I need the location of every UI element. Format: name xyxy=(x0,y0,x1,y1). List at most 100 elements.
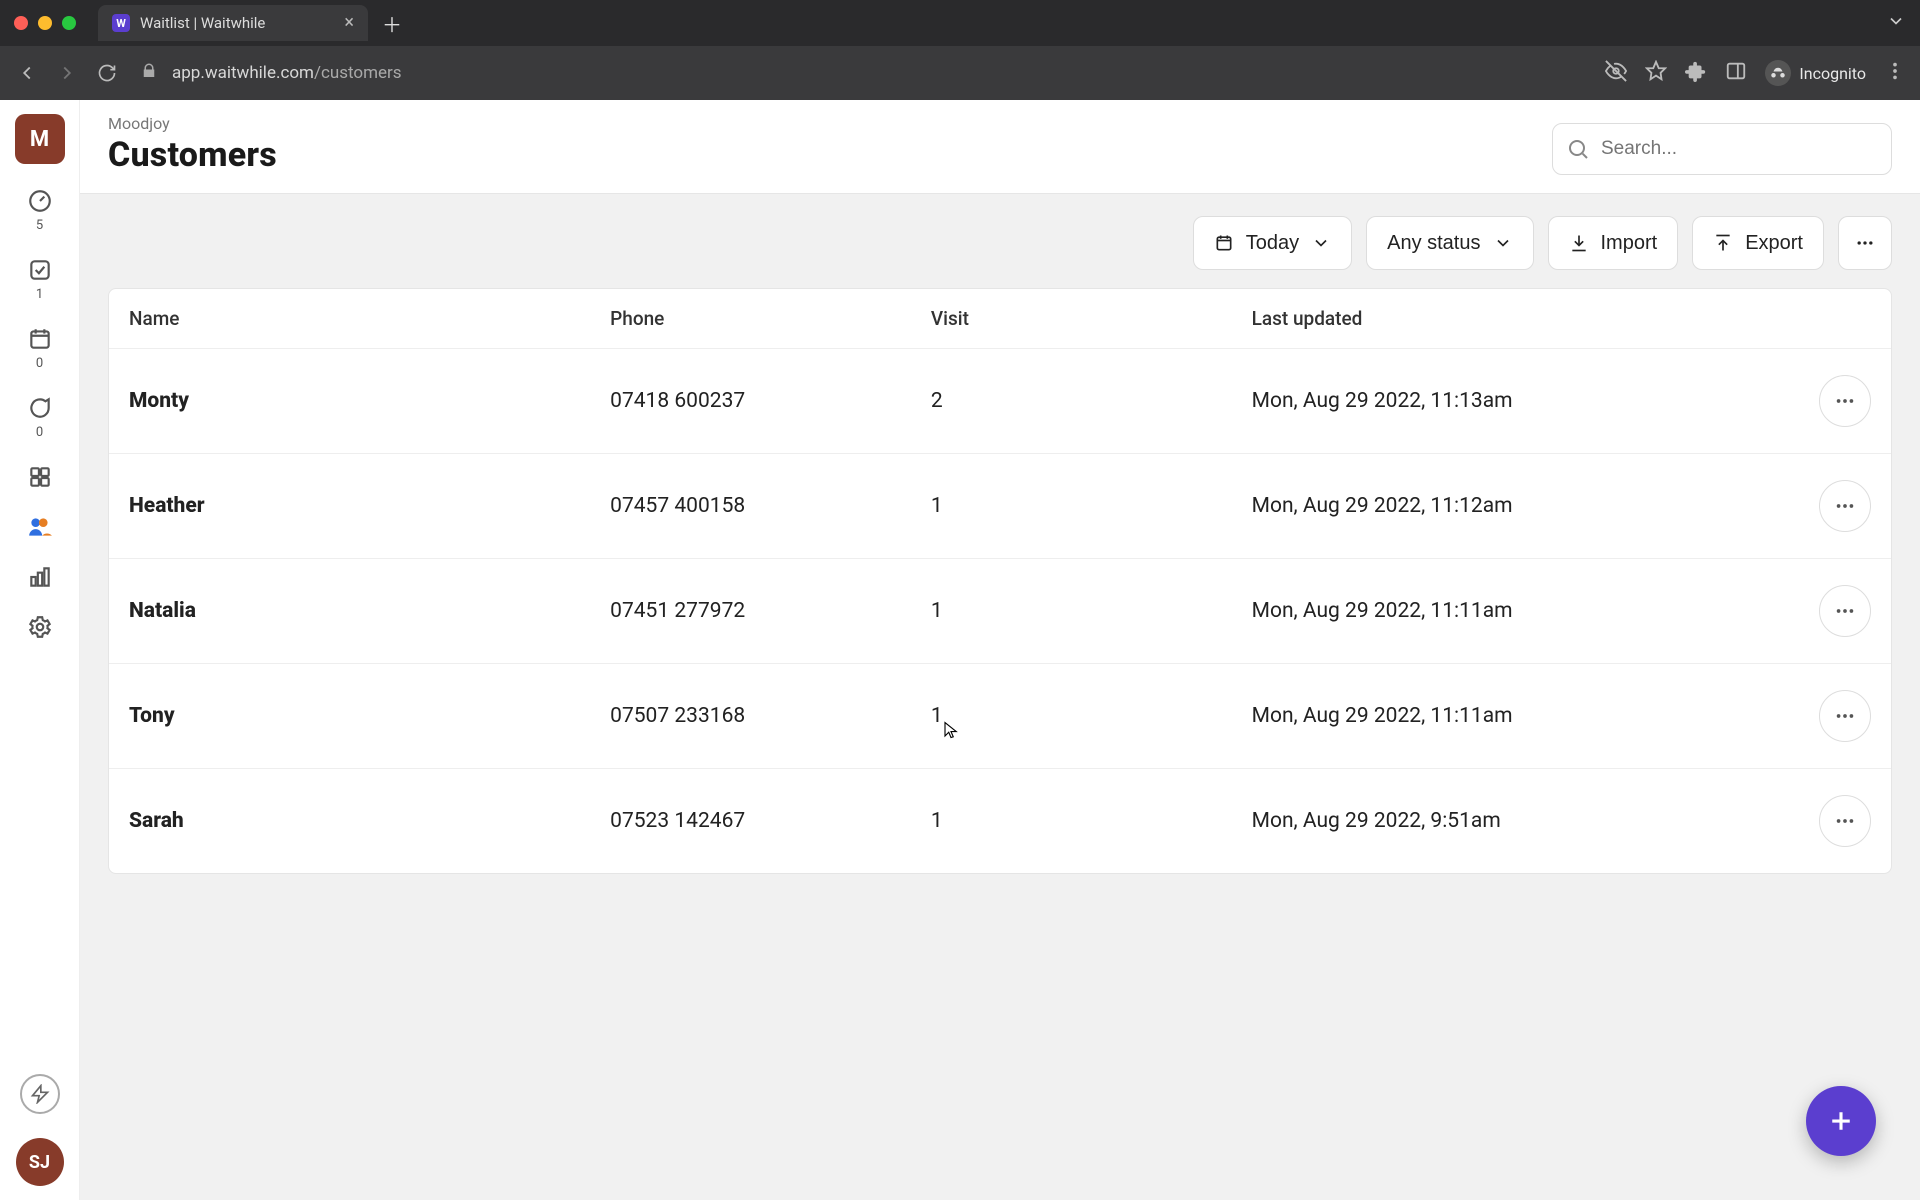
sidebar-badge: 5 xyxy=(36,218,43,233)
col-name[interactable]: Name xyxy=(109,289,590,349)
calendar-icon xyxy=(27,326,53,352)
status-filter-button[interactable]: Any status xyxy=(1366,216,1533,270)
row-actions-button[interactable] xyxy=(1819,585,1871,637)
app-root: M 5 1 0 0 xyxy=(0,100,1920,1200)
row-actions-button[interactable] xyxy=(1819,375,1871,427)
incognito-label: Incognito xyxy=(1799,64,1866,83)
browser-tab[interactable]: W Waitlist | Waitwhile × xyxy=(98,5,368,41)
date-filter-label: Today xyxy=(1246,232,1299,255)
search-input[interactable] xyxy=(1552,123,1892,175)
window-close-button[interactable] xyxy=(14,16,28,30)
row-actions-button[interactable] xyxy=(1819,795,1871,847)
table-row[interactable]: Monty07418 6002372Mon, Aug 29 2022, 11:1… xyxy=(109,349,1891,454)
bookmark-star-icon[interactable] xyxy=(1645,60,1667,86)
search-wrap xyxy=(1552,123,1892,175)
cell-visit: 2 xyxy=(911,349,1232,454)
cell-visit: 1 xyxy=(911,769,1232,874)
table-row[interactable]: Tony07507 2331681Mon, Aug 29 2022, 11:11… xyxy=(109,664,1891,769)
cell-updated: Mon, Aug 29 2022, 9:51am xyxy=(1232,769,1749,874)
tab-close-icon[interactable]: × xyxy=(344,14,354,32)
cell-name: Heather xyxy=(109,454,590,559)
gear-icon xyxy=(27,614,53,640)
url-path: /customers xyxy=(314,63,402,83)
grid-icon xyxy=(27,464,53,490)
tab-favicon: W xyxy=(112,14,130,32)
table-row[interactable]: Natalia07451 2779721Mon, Aug 29 2022, 11… xyxy=(109,559,1891,664)
lock-icon[interactable] xyxy=(140,62,158,84)
sidebar-item-analytics[interactable] xyxy=(20,564,60,590)
ellipsis-icon xyxy=(1834,600,1856,622)
ellipsis-icon xyxy=(1834,705,1856,727)
cell-updated: Mon, Aug 29 2022, 11:13am xyxy=(1232,349,1749,454)
tabs-menu-icon[interactable] xyxy=(1886,11,1906,35)
date-filter-button[interactable]: Today xyxy=(1193,216,1352,270)
sidebar-item-settings[interactable] xyxy=(20,614,60,640)
user-avatar[interactable]: SJ xyxy=(16,1138,64,1186)
page-header: Moodjoy Customers xyxy=(80,100,1920,194)
customers-table: Name Phone Visit Last updated Monty07418… xyxy=(108,288,1892,874)
sidebar-item-messages[interactable]: 0 xyxy=(20,395,60,440)
new-tab-button[interactable]: ＋ xyxy=(382,9,402,38)
sidebar-quick-action[interactable] xyxy=(20,1074,60,1114)
sidepanel-icon[interactable] xyxy=(1725,60,1747,86)
chevron-down-icon xyxy=(1493,233,1513,253)
kebab-menu-icon[interactable] xyxy=(1884,60,1906,86)
search-icon xyxy=(1566,137,1590,161)
toolbar: Today Any status Import Export xyxy=(80,194,1920,288)
url-host: app.waitwhile.com xyxy=(172,63,314,83)
sidebar-badge: 0 xyxy=(36,425,43,440)
cell-phone: 07451 277972 xyxy=(590,559,911,664)
window-controls[interactable] xyxy=(14,16,76,30)
cell-visit: 1 xyxy=(911,559,1232,664)
import-button[interactable]: Import xyxy=(1548,216,1679,270)
nav-forward-button[interactable] xyxy=(54,60,80,86)
incognito-badge[interactable]: Incognito xyxy=(1765,60,1866,86)
browser-toolbar: app.waitwhile.com/customers Incognito xyxy=(0,46,1920,100)
row-actions-button[interactable] xyxy=(1819,480,1871,532)
browser-tabbar: W Waitlist | Waitwhile × ＋ xyxy=(0,0,1920,46)
cell-updated: Mon, Aug 29 2022, 11:12am xyxy=(1232,454,1749,559)
sidebar-item-calendar[interactable]: 0 xyxy=(20,326,60,371)
sidebar-item-apps[interactable] xyxy=(20,464,60,490)
incognito-icon xyxy=(1765,60,1791,86)
plus-icon xyxy=(1826,1106,1856,1136)
col-phone[interactable]: Phone xyxy=(590,289,911,349)
cell-name: Sarah xyxy=(109,769,590,874)
status-filter-label: Any status xyxy=(1387,232,1480,255)
table-row[interactable]: Sarah07523 1424671Mon, Aug 29 2022, 9:51… xyxy=(109,769,1891,874)
export-label: Export xyxy=(1745,232,1803,255)
col-visit[interactable]: Visit xyxy=(911,289,1232,349)
more-actions-button[interactable] xyxy=(1838,216,1892,270)
cell-name: Tony xyxy=(109,664,590,769)
cell-updated: Mon, Aug 29 2022, 11:11am xyxy=(1232,559,1749,664)
bar-chart-icon xyxy=(27,564,53,590)
cell-visit: 1 xyxy=(911,454,1232,559)
sidebar-item-bookings[interactable]: 1 xyxy=(20,257,60,302)
gauge-icon xyxy=(27,188,53,214)
nav-reload-button[interactable] xyxy=(94,60,120,86)
nav-back-button[interactable] xyxy=(14,60,40,86)
sidebar-item-waitlist[interactable]: 5 xyxy=(20,188,60,233)
window-fullscreen-button[interactable] xyxy=(62,16,76,30)
checkbox-icon xyxy=(27,257,53,283)
tab-title: Waitlist | Waitwhile xyxy=(140,14,265,32)
row-actions-button[interactable] xyxy=(1819,690,1871,742)
eye-off-icon[interactable] xyxy=(1605,60,1627,86)
chat-icon xyxy=(27,395,53,421)
address-bar[interactable]: app.waitwhile.com/customers xyxy=(172,63,402,83)
breadcrumb[interactable]: Moodjoy xyxy=(108,114,277,133)
col-updated[interactable]: Last updated xyxy=(1232,289,1749,349)
cell-phone: 07457 400158 xyxy=(590,454,911,559)
org-switcher[interactable]: M xyxy=(15,114,65,164)
sidebar: M 5 1 0 0 xyxy=(0,100,80,1200)
add-customer-fab[interactable] xyxy=(1806,1086,1876,1156)
window-minimize-button[interactable] xyxy=(38,16,52,30)
export-button[interactable]: Export xyxy=(1692,216,1824,270)
table-row[interactable]: Heather07457 4001581Mon, Aug 29 2022, 11… xyxy=(109,454,1891,559)
cell-updated: Mon, Aug 29 2022, 11:11am xyxy=(1232,664,1749,769)
cell-phone: 07523 142467 xyxy=(590,769,911,874)
cell-name: Natalia xyxy=(109,559,590,664)
extensions-icon[interactable] xyxy=(1685,60,1707,86)
sidebar-item-customers[interactable] xyxy=(20,514,60,540)
ellipsis-icon xyxy=(1834,810,1856,832)
